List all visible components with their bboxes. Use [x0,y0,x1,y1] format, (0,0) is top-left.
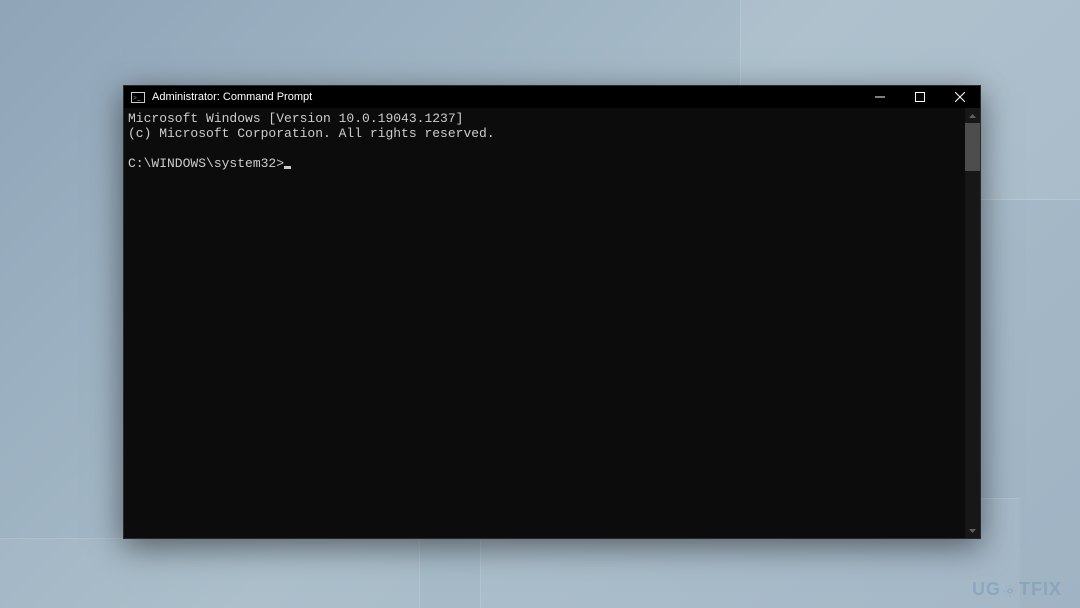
scroll-up-arrow-icon[interactable] [965,108,980,123]
close-button[interactable] [940,86,980,108]
scroll-down-arrow-icon[interactable] [965,523,980,538]
titlebar[interactable]: >_ Administrator: Command Prompt [124,86,980,108]
watermark-text-2: TFIX [1019,579,1062,600]
scroll-thumb[interactable] [965,123,980,171]
watermark-text-1: UG [972,579,1001,600]
scroll-track[interactable] [965,123,980,523]
window-controls [860,86,980,108]
prompt: C:\WINDOWS\system32> [128,156,284,171]
minimize-button[interactable] [860,86,900,108]
gear-icon [1002,583,1018,599]
terminal-body: Microsoft Windows [Version 10.0.19043.12… [124,108,980,538]
vertical-scrollbar[interactable] [965,108,980,538]
terminal-output[interactable]: Microsoft Windows [Version 10.0.19043.12… [124,108,965,538]
background-panel [0,538,420,608]
cmd-icon: >_ [130,90,146,104]
window-title: Administrator: Command Prompt [152,86,860,108]
output-line: Microsoft Windows [Version 10.0.19043.12… [128,111,463,126]
svg-text:>_: >_ [133,94,141,102]
watermark: UG TFIX [972,579,1062,600]
output-line: (c) Microsoft Corporation. All rights re… [128,126,495,141]
maximize-button[interactable] [900,86,940,108]
cursor [284,166,291,169]
command-prompt-window: >_ Administrator: Command Prompt Microso… [123,85,981,539]
